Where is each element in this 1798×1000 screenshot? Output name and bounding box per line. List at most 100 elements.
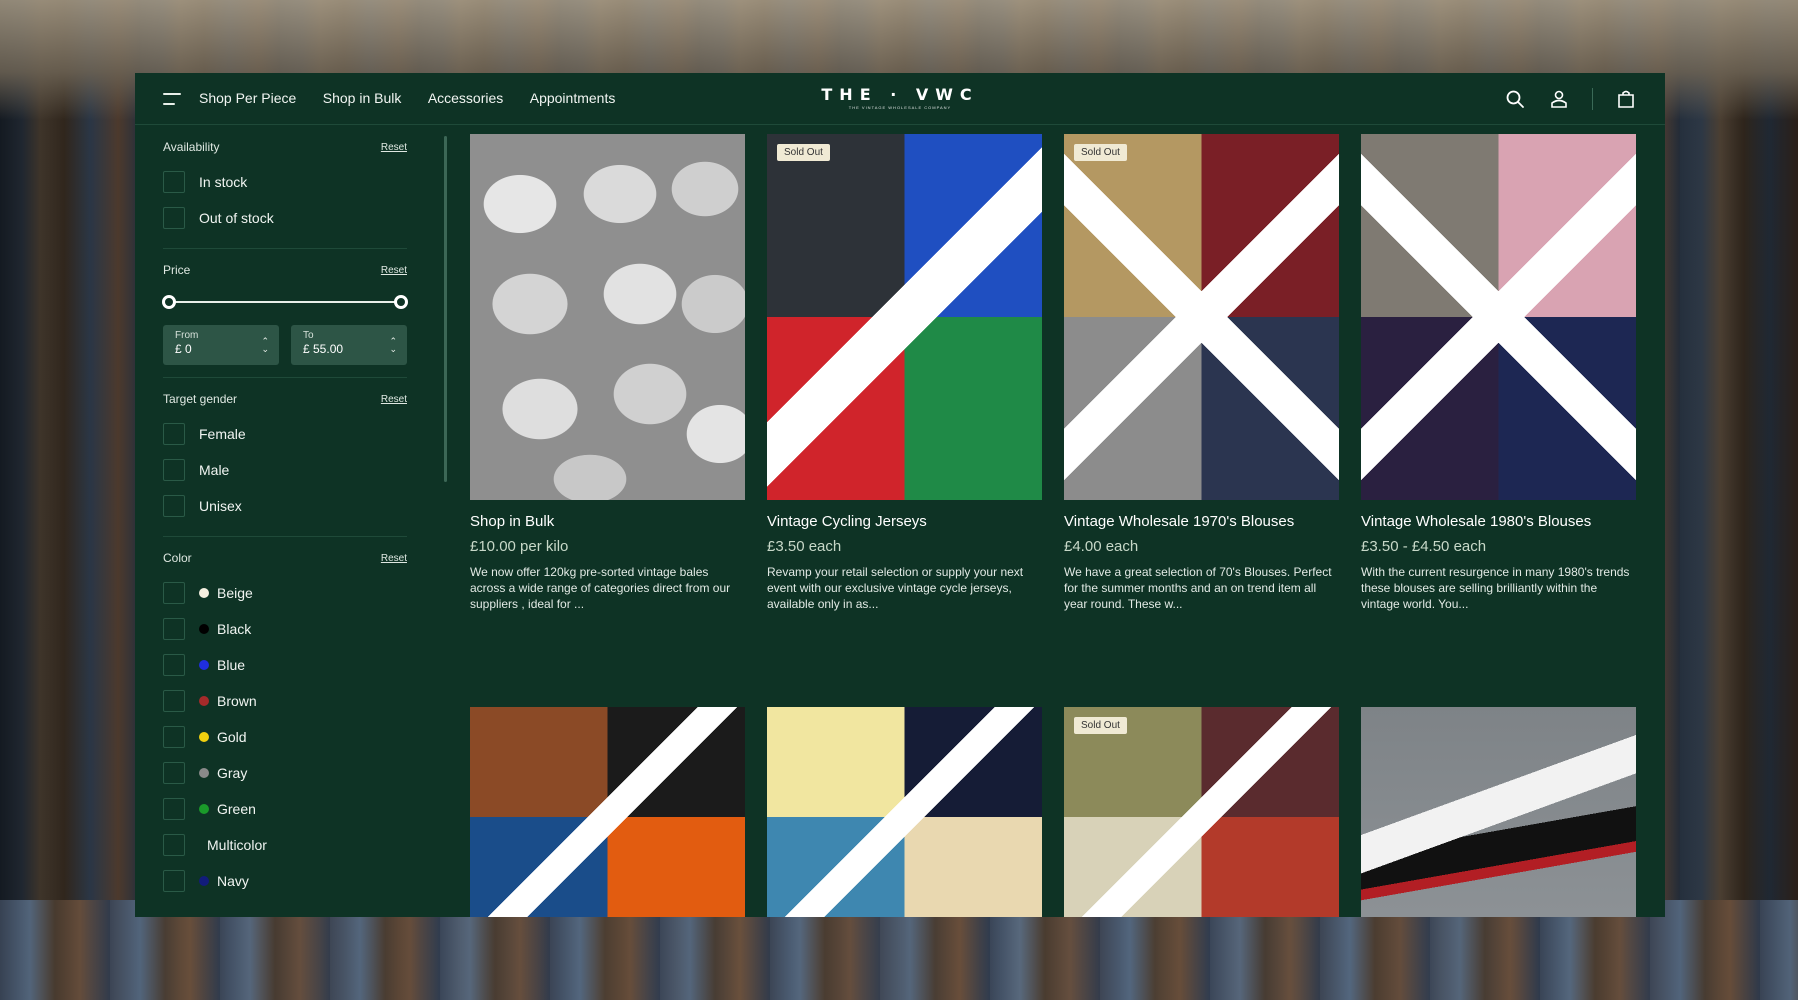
- header-actions: [1504, 87, 1637, 110]
- filter-option-out-of-stock[interactable]: Out of stock: [163, 200, 407, 236]
- sold-out-badge: Sold Out: [1074, 717, 1127, 734]
- product-card[interactable]: Shop in Bulk £10.00 per kilo We now offe…: [470, 134, 745, 612]
- price-from-input[interactable]: From £ 0 ⌃ ⌄: [163, 325, 279, 365]
- product-title[interactable]: Vintage Wholesale 1970's Blouses: [1064, 511, 1339, 533]
- product-description: With the current resurgence in many 1980…: [1361, 565, 1630, 611]
- filter-option-black[interactable]: Black: [163, 611, 407, 647]
- product-price: £3.50 - £4.50 each: [1361, 538, 1487, 555]
- nav-accessories[interactable]: Accessories: [428, 90, 503, 106]
- filter-option-gold[interactable]: Gold: [163, 719, 407, 755]
- filter-title: Target gender: [163, 392, 238, 406]
- filter-color: Color Reset Beige Black Blue Brown Gold Gray G…: [163, 537, 407, 911]
- filter-option-brown[interactable]: Brown: [163, 683, 407, 719]
- product-image[interactable]: [1361, 707, 1636, 917]
- product-image[interactable]: Sold Out: [1064, 134, 1339, 500]
- filter-option-multicolor[interactable]: Multicolor: [163, 827, 407, 863]
- slider-min-handle[interactable]: [162, 295, 176, 309]
- product-card[interactable]: Sold Out Vintage Wholesale 1970's Blouse…: [1064, 134, 1339, 612]
- product-card[interactable]: Vintage Wholesale 1980's Blouses £3.50 -…: [1361, 134, 1636, 612]
- checkbox[interactable]: [163, 690, 185, 712]
- filter-gender: Target gender Reset Female Male Unisex: [163, 378, 407, 537]
- cart-icon[interactable]: [1615, 88, 1637, 110]
- color-swatch: [199, 624, 209, 634]
- checkbox[interactable]: [163, 495, 185, 517]
- product-title[interactable]: Vintage Wholesale 1980's Blouses: [1361, 511, 1636, 533]
- product-image[interactable]: Sold Out: [767, 134, 1042, 500]
- product-image[interactable]: [470, 134, 745, 500]
- filter-option-in-stock[interactable]: In stock: [163, 164, 407, 200]
- product-description: We have a great selection of 70's Blouse…: [1064, 565, 1332, 611]
- site-logo[interactable]: THE · VWC THE VINTAGE WHOLESALE COMPANY: [821, 85, 978, 110]
- checkbox[interactable]: [163, 654, 185, 676]
- nav-appointments[interactable]: Appointments: [530, 90, 616, 106]
- price-range-slider[interactable]: [162, 287, 408, 317]
- filter-option-blue[interactable]: Blue: [163, 647, 407, 683]
- product-image[interactable]: [1361, 134, 1636, 500]
- filter-sidebar: Availability Reset In stock Out of stock…: [135, 126, 435, 917]
- price-from-value: £ 0: [175, 342, 192, 356]
- color-swatch: [199, 804, 209, 814]
- logo-tagline: THE VINTAGE WHOLESALE COMPANY: [848, 105, 952, 110]
- product-card[interactable]: Sold Out: [1064, 707, 1339, 917]
- header-divider: [1592, 87, 1593, 110]
- option-label: Brown: [217, 693, 257, 709]
- reset-link[interactable]: Reset: [381, 394, 407, 405]
- filter-option-beige[interactable]: Beige: [163, 575, 407, 611]
- option-label: Gold: [217, 729, 247, 745]
- filter-option-male[interactable]: Male: [163, 452, 407, 488]
- filter-price: Price Reset From £ 0 ⌃ ⌄ To £ 55.00 ⌃ ⌄: [162, 249, 408, 378]
- filter-option-unisex[interactable]: Unisex: [163, 488, 407, 524]
- reset-link[interactable]: Reset: [381, 265, 407, 276]
- product-card[interactable]: Sold Out Vintage Cycling Jerseys £3.50 e…: [767, 134, 1042, 612]
- price-to-input[interactable]: To £ 55.00 ⌃ ⌄: [291, 325, 407, 365]
- filter-option-female[interactable]: Female: [163, 416, 407, 452]
- product-image[interactable]: [767, 707, 1042, 917]
- product-title[interactable]: Shop in Bulk: [470, 511, 745, 533]
- price-to-label: To: [303, 330, 314, 341]
- slider-max-handle[interactable]: [394, 295, 408, 309]
- menu-icon[interactable]: [163, 92, 181, 105]
- checkbox[interactable]: [163, 582, 185, 604]
- filter-option-green[interactable]: Green: [163, 791, 407, 827]
- product-image[interactable]: [470, 707, 745, 917]
- stepper-icon[interactable]: ⌃ ⌄: [261, 337, 269, 354]
- option-label: Green: [217, 801, 256, 817]
- reset-link[interactable]: Reset: [381, 553, 407, 564]
- filter-option-gray[interactable]: Gray: [163, 755, 407, 791]
- checkbox[interactable]: [163, 618, 185, 640]
- account-icon[interactable]: [1548, 88, 1570, 110]
- option-label: Gray: [217, 765, 248, 781]
- checkbox[interactable]: [163, 798, 185, 820]
- stepper-icon[interactable]: ⌃ ⌄: [389, 337, 397, 354]
- reset-link[interactable]: Reset: [381, 142, 407, 153]
- product-price: £10.00 per kilo: [470, 538, 569, 555]
- nav-shop-per-piece[interactable]: Shop Per Piece: [199, 90, 296, 106]
- nav-shop-in-bulk[interactable]: Shop in Bulk: [323, 90, 402, 106]
- product-card[interactable]: [470, 707, 745, 917]
- checkbox[interactable]: [163, 207, 185, 229]
- product-description: We now offer 120kg pre-sorted vintage ba…: [470, 565, 731, 611]
- option-label: Male: [199, 462, 230, 478]
- filter-option-navy[interactable]: Navy: [163, 863, 407, 899]
- checkbox[interactable]: [163, 423, 185, 445]
- color-swatch: [199, 660, 209, 670]
- sold-out-badge: Sold Out: [1074, 144, 1127, 161]
- color-swatch: [199, 768, 209, 778]
- option-label: In stock: [199, 174, 248, 190]
- checkbox[interactable]: [163, 834, 185, 856]
- sidebar-scrollbar[interactable]: [444, 136, 447, 482]
- option-label: Unisex: [199, 498, 242, 514]
- checkbox[interactable]: [163, 762, 185, 784]
- sold-out-badge: Sold Out: [777, 144, 830, 161]
- product-card[interactable]: [767, 707, 1042, 917]
- checkbox[interactable]: [163, 459, 185, 481]
- search-icon[interactable]: [1504, 88, 1526, 110]
- product-image[interactable]: Sold Out: [1064, 707, 1339, 917]
- price-from-label: From: [175, 330, 199, 341]
- checkbox[interactable]: [163, 171, 185, 193]
- checkbox[interactable]: [163, 870, 185, 892]
- checkbox[interactable]: [163, 726, 185, 748]
- product-card[interactable]: [1361, 707, 1636, 917]
- filter-availability: Availability Reset In stock Out of stock: [163, 126, 407, 249]
- product-title[interactable]: Vintage Cycling Jerseys: [767, 511, 1042, 533]
